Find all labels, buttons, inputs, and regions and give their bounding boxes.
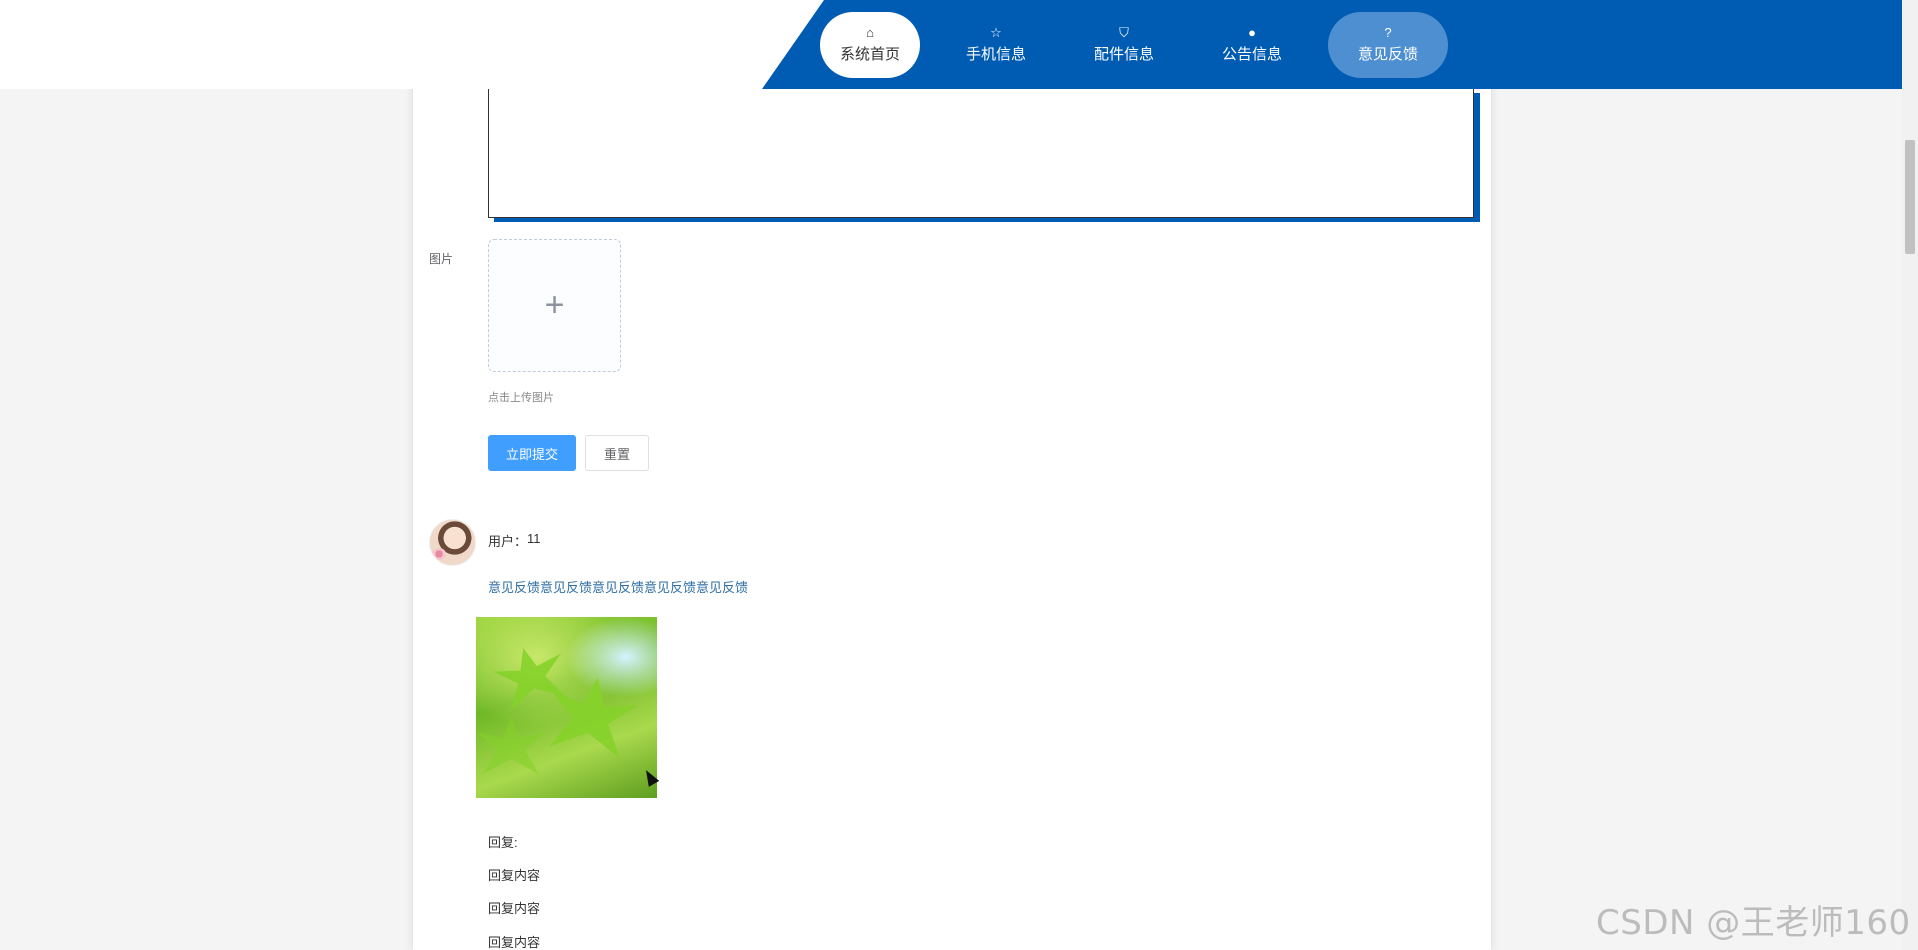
leaf-shape xyxy=(489,639,572,715)
feedback-content: 意见反馈意见反馈意见反馈意见反馈意见反馈 xyxy=(488,580,749,595)
reply-item: 回复内容 xyxy=(488,901,541,916)
nav-item-label: 公告信息 xyxy=(1221,46,1282,63)
bag-icon: ⛉ xyxy=(1119,25,1129,40)
upload-tip: 点击上传图片 xyxy=(488,392,554,404)
user-prefix: 用户： xyxy=(488,534,528,549)
scrollbar-thumb[interactable] xyxy=(1905,140,1915,254)
page: ⌂ 系统首页 ☆ 手机信息 ⛉ 配件信息 ● 公告信息 ? 意见反馈 图片 + … xyxy=(0,0,1918,950)
plus-icon: + xyxy=(544,286,565,324)
nav-item-feedback[interactable]: ? 意见反馈 xyxy=(1328,12,1448,78)
user-line: 用户： 11 xyxy=(488,531,541,550)
nav-item-label: 意见反馈 xyxy=(1357,46,1418,63)
feedback-image[interactable] xyxy=(476,617,657,798)
avatar xyxy=(429,519,476,566)
home-icon: ⌂ xyxy=(866,25,874,40)
nav-item-accessory-info[interactable]: ⛉ 配件信息 xyxy=(1072,12,1176,78)
leaf-shape xyxy=(476,717,546,774)
star-icon: ☆ xyxy=(990,25,1002,40)
leaf-shape xyxy=(540,670,643,764)
image-label: 图片 xyxy=(429,252,454,266)
alert-icon: ● xyxy=(1248,25,1256,40)
nav-item-label: 配件信息 xyxy=(1093,46,1154,63)
reply-title: 回复: xyxy=(488,835,518,850)
nav-item-announcements[interactable]: ● 公告信息 xyxy=(1200,12,1304,78)
main-nav: ⌂ 系统首页 ☆ 手机信息 ⛉ 配件信息 ● 公告信息 ? 意见反馈 xyxy=(820,12,1448,78)
reset-button[interactable]: 重置 xyxy=(585,435,649,471)
top-bar: ⌂ 系统首页 ☆ 手机信息 ⛉ 配件信息 ● 公告信息 ? 意见反馈 xyxy=(0,0,1902,89)
reply-item: 回复内容 xyxy=(488,935,541,950)
scrollbar[interactable] xyxy=(1902,0,1918,950)
image-uploader[interactable]: + xyxy=(488,239,621,372)
feedback-content-textarea[interactable] xyxy=(488,89,1474,218)
nav-item-home[interactable]: ⌂ 系统首页 xyxy=(820,12,920,78)
question-icon: ? xyxy=(1384,25,1392,40)
user-name: 11 xyxy=(527,531,541,546)
nav-item-label: 系统首页 xyxy=(839,46,900,63)
reply-item: 回复内容 xyxy=(488,868,541,883)
nav-item-label: 手机信息 xyxy=(965,46,1026,63)
content-panel: 图片 + 点击上传图片 立即提交 重置 用户： 11 意见反馈意见反馈意见反馈意… xyxy=(413,0,1491,950)
submit-button[interactable]: 立即提交 xyxy=(488,435,576,471)
nav-item-phone-info[interactable]: ☆ 手机信息 xyxy=(944,12,1048,78)
watermark: CSDN @王老师160 xyxy=(1596,903,1911,943)
